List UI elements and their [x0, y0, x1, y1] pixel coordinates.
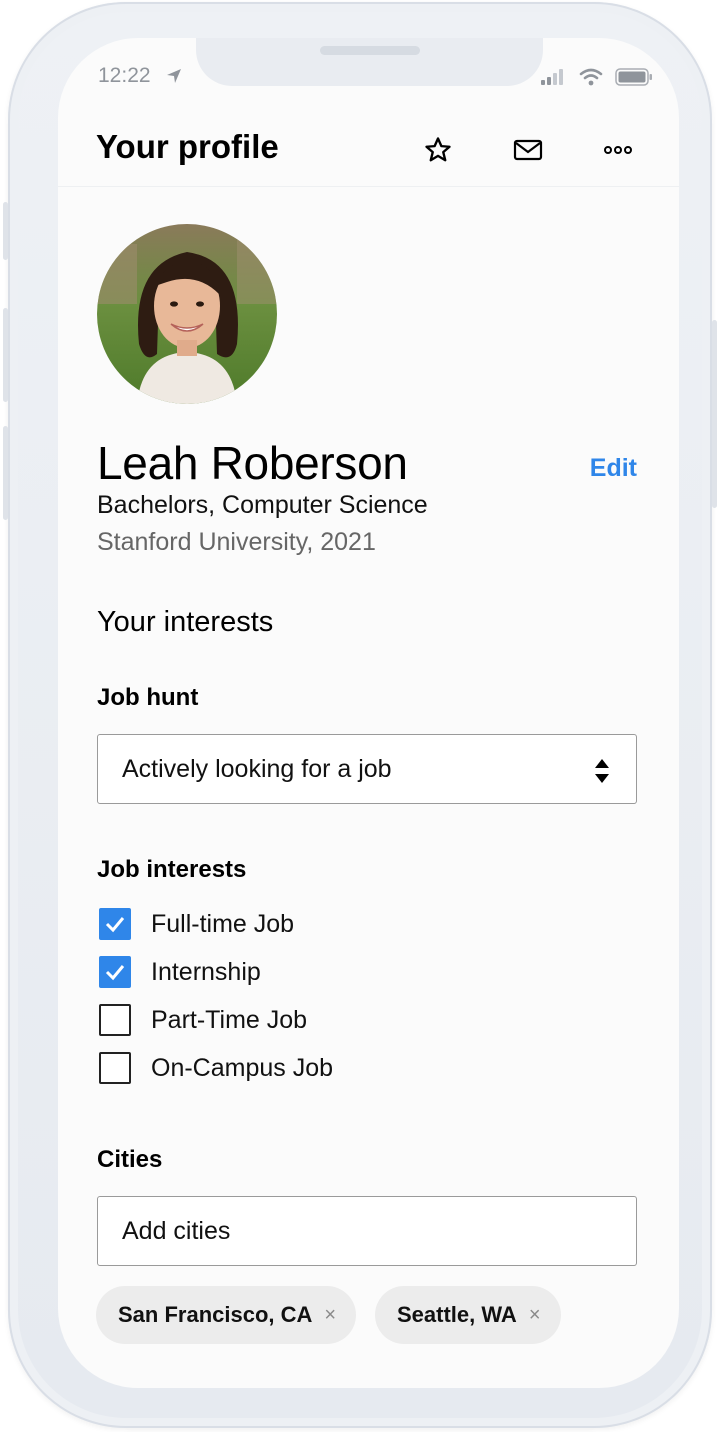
checkmark-icon	[105, 965, 125, 981]
job-hunt-value: Actively looking for a job	[122, 754, 392, 783]
more-icon[interactable]	[602, 134, 634, 166]
app-screen: 12:22 Your profile Leah Roberson Edit Ba…	[58, 38, 679, 1388]
avatar	[97, 224, 277, 404]
battery-icon	[615, 68, 652, 86]
remove-city-icon[interactable]: ×	[529, 1304, 541, 1327]
status-indicators	[541, 68, 653, 86]
city-chip[interactable]: Seattle, WA ×	[375, 1286, 561, 1344]
profile-name: Leah Roberson	[97, 437, 408, 489]
internship-checkbox[interactable]	[99, 956, 131, 988]
city-chip-label: Seattle, WA	[397, 1302, 517, 1327]
volume-down-button	[3, 426, 8, 520]
wifi-icon	[579, 68, 603, 86]
phone-frame: 12:22 Your profile Leah Roberson Edit Ba…	[3, 2, 717, 1428]
full-time-checkbox[interactable]	[99, 908, 131, 940]
power-button	[712, 320, 717, 508]
star-icon[interactable]	[422, 134, 454, 166]
checkmark-icon	[105, 917, 125, 933]
profile-school: Stanford University, 2021	[97, 528, 376, 556]
cities-placeholder: Add cities	[122, 1216, 231, 1245]
checkbox-row-full-time[interactable]: Full-time Job	[99, 908, 294, 940]
mail-icon[interactable]	[512, 134, 544, 166]
job-interests-label: Job interests	[97, 856, 247, 883]
checkbox-label: On-Campus Job	[151, 1053, 334, 1082]
checkbox-row-internship[interactable]: Internship	[99, 956, 261, 988]
edit-profile-link[interactable]: Edit	[590, 454, 637, 483]
city-chip[interactable]: San Francisco, CA ×	[96, 1286, 357, 1344]
cities-label: Cities	[97, 1146, 163, 1173]
signal-icon	[541, 69, 563, 85]
interests-title: Your interests	[97, 606, 274, 638]
part-time-checkbox[interactable]	[99, 1004, 131, 1036]
profile-degree: Bachelors, Computer Science	[97, 491, 428, 519]
remove-city-icon[interactable]: ×	[324, 1304, 336, 1327]
checkbox-row-part-time[interactable]: Part-Time Job	[99, 1004, 307, 1036]
location-arrow-icon	[167, 69, 181, 83]
sort-arrows-icon	[595, 759, 609, 783]
notch	[196, 38, 543, 86]
job-hunt-select[interactable]: Actively looking for a job	[97, 734, 637, 804]
speaker	[320, 46, 420, 55]
mute-switch	[3, 202, 8, 260]
checkbox-label: Full-time Job	[151, 909, 295, 938]
checkbox-row-on-campus[interactable]: On-Campus Job	[99, 1052, 333, 1084]
job-hunt-label: Job hunt	[97, 684, 199, 711]
page-title: Your profile	[96, 128, 279, 165]
on-campus-checkbox[interactable]	[99, 1052, 131, 1084]
cities-input[interactable]: Add cities	[97, 1196, 637, 1266]
volume-up-button	[3, 308, 8, 402]
checkbox-label: Internship	[151, 957, 261, 986]
header-divider	[58, 186, 679, 187]
status-time: 12:22	[98, 64, 151, 87]
checkbox-label: Part-Time Job	[151, 1005, 308, 1034]
city-chip-label: San Francisco, CA	[118, 1302, 313, 1327]
